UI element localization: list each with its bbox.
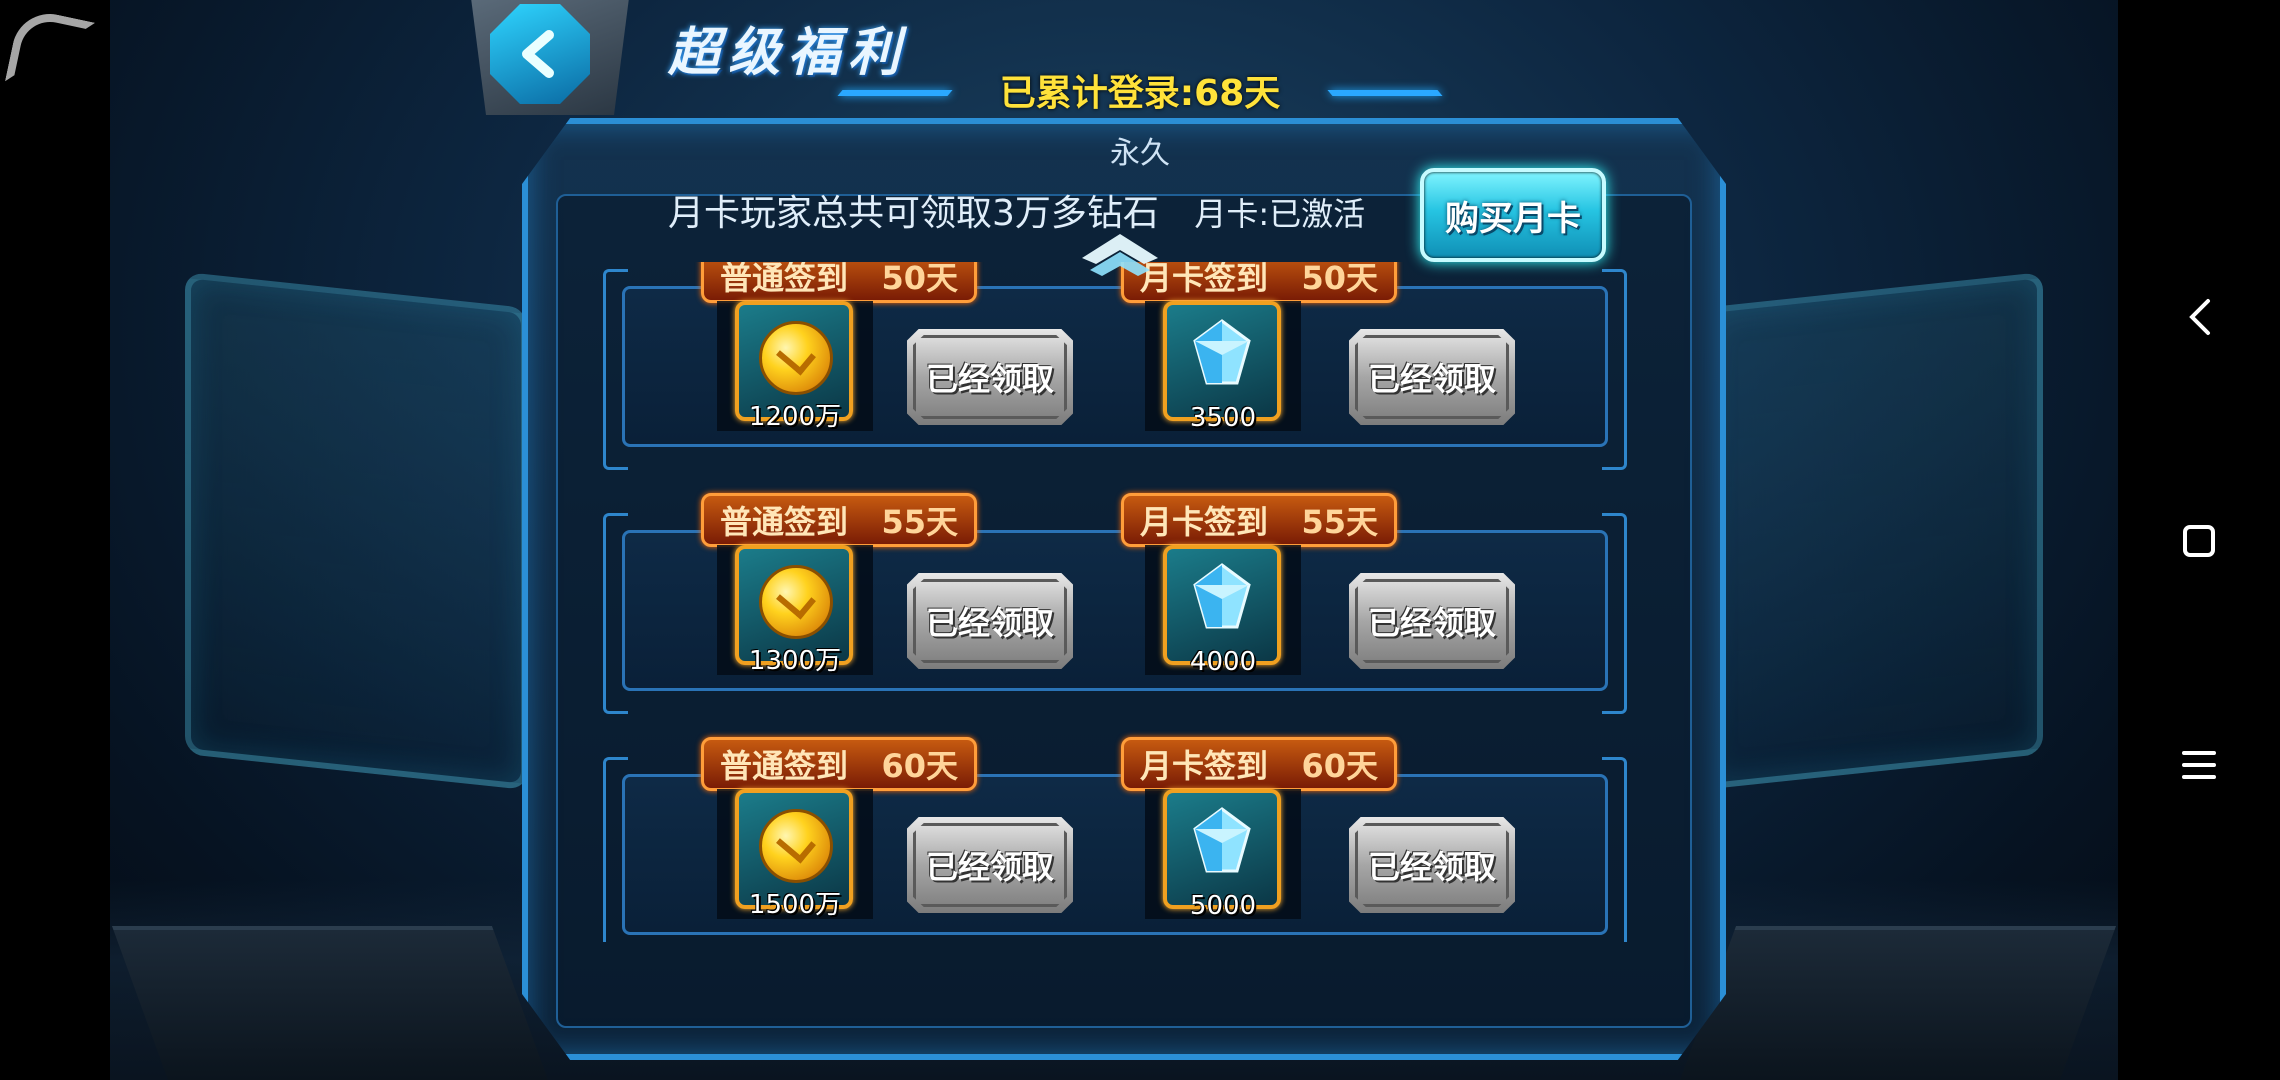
claimed-button[interactable]: 已经领取	[907, 817, 1073, 913]
back-arrow-icon	[522, 30, 554, 78]
reward-count: 5000	[1189, 891, 1257, 921]
monthly-reward-item[interactable]: 4000	[1145, 545, 1301, 677]
tag-label: 普通签到	[720, 747, 849, 785]
normal-signin-tag: 普通签到 55天	[701, 493, 977, 547]
tag-label: 普通签到	[720, 262, 849, 297]
background-panel-left	[185, 272, 527, 790]
background-panel-right	[1701, 272, 2043, 790]
back-button[interactable]	[490, 4, 590, 104]
panel-subtitle: 永久	[1110, 136, 1170, 171]
tag-days: 55天	[1301, 503, 1378, 541]
tag-days: 60天	[881, 747, 958, 785]
tag-label: 月卡签到	[1140, 747, 1269, 785]
gold-coin-icon	[759, 565, 833, 639]
nav-back-icon	[2189, 299, 2210, 335]
reward-row: 普通签到 55天 1300万 已经领取 月卡签到 55天 4000 已经领取	[603, 493, 1627, 714]
nav-home-icon	[2183, 525, 2215, 557]
scroll-up-icon[interactable]	[1080, 232, 1160, 280]
app-logo-icon	[4, 6, 96, 98]
normal-signin-tag: 普通签到 60天	[701, 737, 977, 791]
login-days-label: 已累计登录:68天	[999, 73, 1281, 114]
reward-row: 普通签到 60天 1500万 已经领取 月卡签到 60天 5000 已经领取	[603, 737, 1627, 942]
nav-back-button[interactable]	[2168, 286, 2230, 348]
monthly-reward-item[interactable]: 3500	[1145, 301, 1301, 433]
monthly-signin-tag: 月卡签到 50天	[1121, 262, 1397, 303]
normal-reward-item[interactable]: 1300万	[717, 545, 873, 676]
reward-count: 1500万	[748, 890, 842, 920]
tag-days: 55天	[881, 503, 958, 541]
system-navigation-bar	[2118, 0, 2280, 1080]
claimed-button[interactable]: 已经领取	[907, 329, 1073, 425]
gold-coin-icon	[759, 809, 833, 883]
diamond-icon	[1193, 807, 1251, 873]
claimed-button[interactable]: 已经领取	[907, 573, 1073, 669]
normal-reward-item[interactable]: 1200万	[717, 301, 873, 432]
monthly-signin-tag: 月卡签到 60天	[1121, 737, 1397, 791]
tag-days: 50天	[1301, 262, 1378, 297]
buy-monthly-card-button[interactable]: 购买月卡	[1420, 168, 1606, 262]
login-days-banner: 已累计登录:68天	[860, 60, 1420, 120]
normal-signin-tag: 普通签到 50天	[701, 262, 977, 303]
tag-days: 60天	[1301, 747, 1378, 785]
claimed-button[interactable]: 已经领取	[1349, 817, 1515, 913]
nav-home-button[interactable]	[2168, 510, 2230, 572]
monthly-card-info: 月卡玩家总共可领取3万多钻石 月卡:已激活	[668, 184, 1365, 236]
monthly-reward-item[interactable]: 5000	[1145, 789, 1301, 921]
reward-list[interactable]: 普通签到 50天 1200万 已经领取 月卡签到 50天 3500 已经领取 普…	[600, 262, 1630, 942]
nav-menu-icon	[2182, 751, 2216, 779]
nav-menu-button[interactable]	[2168, 734, 2230, 796]
diamond-icon	[1193, 319, 1251, 385]
monthly-signin-tag: 月卡签到 55天	[1121, 493, 1397, 547]
diamond-icon	[1193, 563, 1251, 629]
claimed-button[interactable]: 已经领取	[1349, 573, 1515, 669]
reward-count: 4000	[1189, 647, 1257, 677]
monthly-card-description: 月卡玩家总共可领取3万多钻石	[668, 193, 1159, 234]
monthly-card-status: 月卡:已激活	[1194, 195, 1366, 233]
tag-label: 月卡签到	[1140, 503, 1269, 541]
reward-count: 1300万	[748, 646, 842, 676]
reward-count: 1200万	[748, 402, 842, 432]
normal-reward-item[interactable]: 1500万	[717, 789, 873, 920]
tag-label: 普通签到	[720, 503, 849, 541]
tag-days: 50天	[881, 262, 958, 297]
reward-row: 普通签到 50天 1200万 已经领取 月卡签到 50天 3500 已经领取	[603, 262, 1627, 470]
reward-count: 3500	[1189, 403, 1257, 433]
gold-coin-icon	[759, 321, 833, 395]
claimed-button[interactable]: 已经领取	[1349, 329, 1515, 425]
